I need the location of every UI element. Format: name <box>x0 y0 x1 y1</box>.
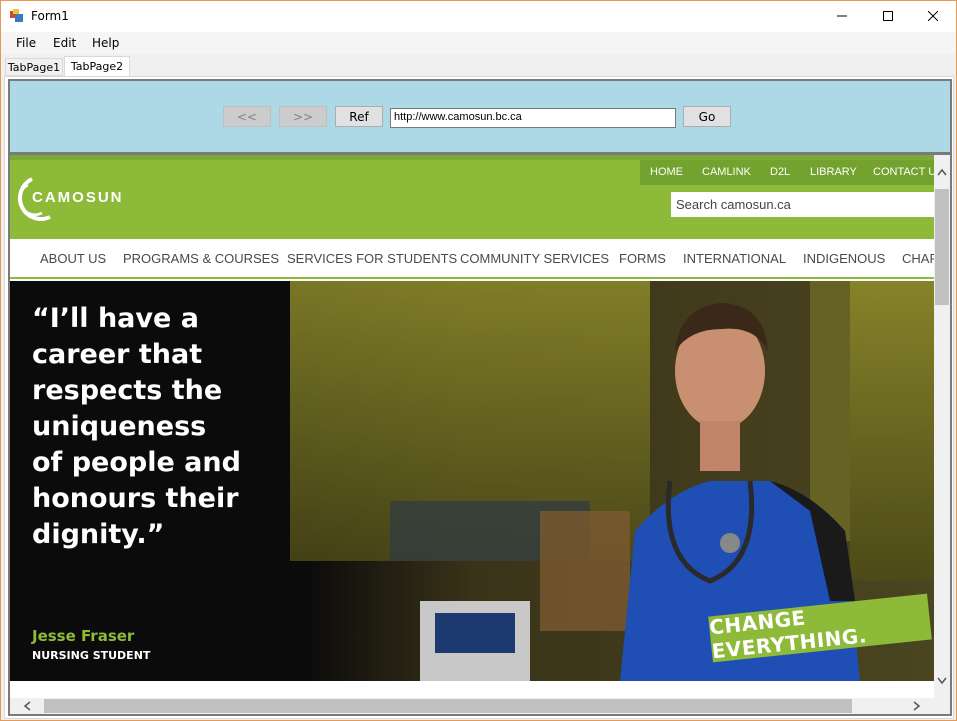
tab-page-content: << >> Ref http://www.camosun.bc.ca Go CA… <box>4 76 954 719</box>
horizontal-scroll-thumb[interactable] <box>44 699 852 713</box>
logo-text: CAMOSUN <box>32 189 124 206</box>
scroll-right-button[interactable] <box>900 698 934 714</box>
minimize-button[interactable] <box>819 1 865 31</box>
hero-quote: “I’ll have a career that respects the un… <box>32 301 272 553</box>
hero-role: NURSING STUDENT <box>32 649 151 662</box>
back-button[interactable]: << <box>223 106 271 127</box>
toplink-library[interactable]: LIBRARY <box>810 166 857 178</box>
hero-banner[interactable]: “I’ll have a career that respects the un… <box>10 281 934 681</box>
go-button[interactable]: Go <box>683 106 731 127</box>
menu-file[interactable]: File <box>16 36 36 50</box>
nav-forms[interactable]: FORMS <box>619 251 666 266</box>
quote-line: uniqueness <box>32 411 207 442</box>
nav-international[interactable]: INTERNATIONAL <box>683 251 786 266</box>
chevron-left-icon <box>23 701 31 711</box>
vertical-scroll-thumb[interactable] <box>935 189 949 305</box>
menu-help[interactable]: Help <box>92 36 119 50</box>
menu-edit[interactable]: Edit <box>53 36 76 50</box>
site-search-input[interactable]: Search camosun.ca <box>671 192 934 217</box>
quote-line: respects the <box>32 375 223 406</box>
maximize-icon <box>883 11 893 21</box>
tab-page1[interactable]: TabPage1 <box>5 58 63 76</box>
chevron-right-icon <box>913 701 921 711</box>
forward-button[interactable]: >> <box>279 106 327 127</box>
chevron-up-icon <box>937 168 947 176</box>
toplink-camlink[interactable]: CAMLINK <box>702 166 751 178</box>
scroll-up-button[interactable] <box>934 155 950 189</box>
quote-line: career that <box>32 339 203 370</box>
maximize-button[interactable] <box>865 1 911 31</box>
scrollbar-corner <box>934 698 950 714</box>
hero-name: Jesse Fraser <box>32 627 135 645</box>
quote-line: dignity.” <box>32 519 165 550</box>
nav-services-for-students[interactable]: SERVICES FOR STUDENTS <box>287 251 457 266</box>
menu-bar: File Edit Help <box>1 32 956 54</box>
app-window: Form1 File Edit Help TabPage1 TabPage2 <… <box>0 0 957 721</box>
close-icon <box>928 11 938 21</box>
tab-strip: TabPage1 TabPage2 <box>1 54 956 77</box>
top-links-bar: HOME CAMLINK D2L LIBRARY CONTACT US <box>640 160 944 185</box>
quote-line: honours their <box>32 483 239 514</box>
url-input[interactable]: http://www.camosun.bc.ca <box>390 108 676 128</box>
tab-page2[interactable]: TabPage2 <box>64 56 130 77</box>
chevron-down-icon <box>937 677 947 685</box>
close-button[interactable] <box>910 1 956 31</box>
app-icon <box>10 9 23 22</box>
browser-panel: << >> Ref http://www.camosun.bc.ca Go CA… <box>8 79 952 716</box>
scroll-down-button[interactable] <box>934 664 950 698</box>
minimize-icon <box>837 15 847 17</box>
toplink-d2l[interactable]: D2L <box>770 166 790 178</box>
nav-indigenous[interactable]: INDIGENOUS <box>803 251 885 266</box>
toplink-contact-us[interactable]: CONTACT US <box>873 166 944 178</box>
nav-programs-courses[interactable]: PROGRAMS & COURSES <box>123 251 279 266</box>
scroll-left-button[interactable] <box>10 698 44 714</box>
nav-community-services[interactable]: COMMUNITY SERVICES <box>460 251 609 266</box>
nav-charitable[interactable]: CHARITABLE <box>902 251 934 266</box>
vertical-scrollbar[interactable] <box>934 155 950 698</box>
site-header: CAMOSUN HOME CAMLINK D2L LIBRARY CONTACT… <box>10 155 944 239</box>
main-nav: ABOUT US PROGRAMS & COURSES SERVICES FOR… <box>10 239 934 279</box>
toplink-home[interactable]: HOME <box>650 166 683 178</box>
quote-line: of people and <box>32 447 241 478</box>
horizontal-scrollbar[interactable] <box>10 698 934 714</box>
quote-line: “I’ll have a <box>32 303 199 334</box>
refresh-button[interactable]: Ref <box>335 106 383 127</box>
window-title: Form1 <box>31 9 69 23</box>
nav-about-us[interactable]: ABOUT US <box>40 251 106 266</box>
web-browser-view[interactable]: CAMOSUN HOME CAMLINK D2L LIBRARY CONTACT… <box>10 155 950 714</box>
title-bar[interactable]: Form1 <box>1 1 956 32</box>
